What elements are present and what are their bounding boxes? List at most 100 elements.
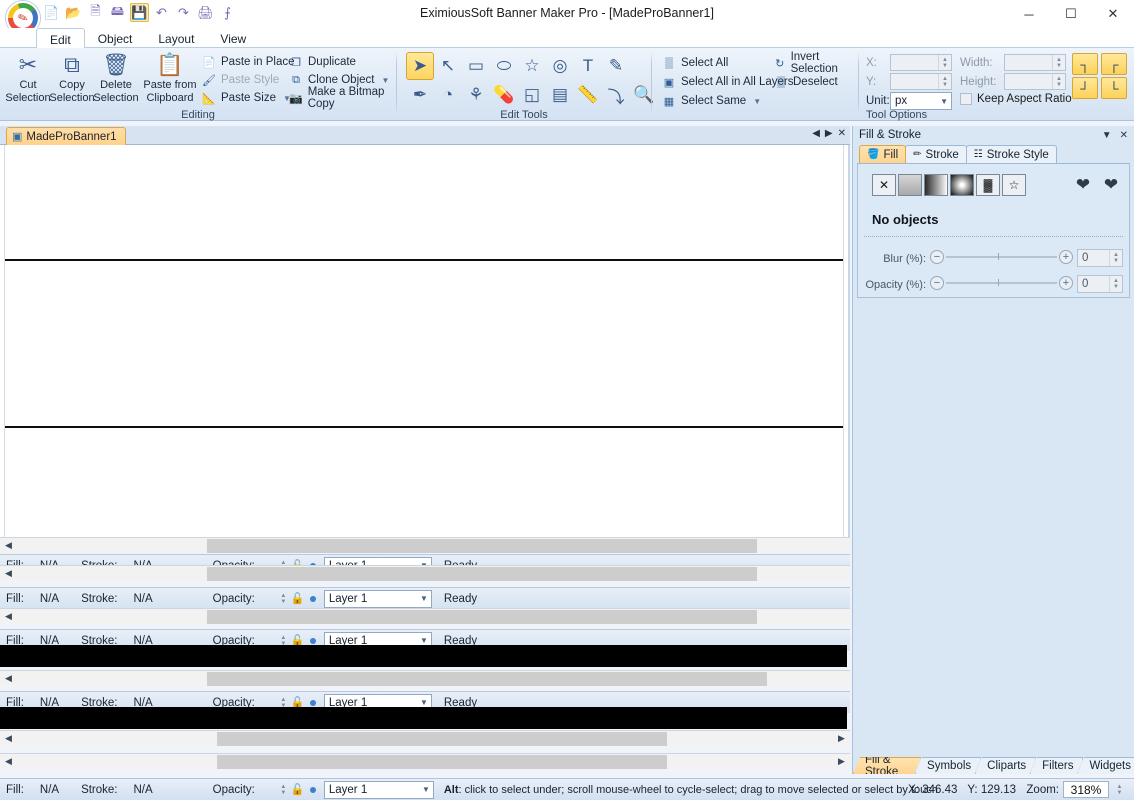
menu-tab-object[interactable]: Object	[85, 28, 146, 48]
star-tool[interactable]: ☆	[518, 52, 546, 80]
calligraphy-tool[interactable]: ✒	[406, 81, 434, 109]
panel-close-icon[interactable]: ✕	[1120, 130, 1128, 141]
slider-track[interactable]	[946, 282, 1057, 284]
no-fill-button[interactable]: ✕	[872, 174, 896, 196]
horizontal-scrollbar[interactable]: ◀	[0, 565, 850, 581]
node-edit-tool[interactable]: ↖	[434, 52, 462, 80]
horizontal-scrollbar[interactable]: ◀	[0, 670, 850, 686]
scrollbar-track[interactable]	[17, 671, 850, 687]
slider-value-input[interactable]: 0 ▲ ▼	[1077, 275, 1123, 293]
scroll-right-arrow-icon[interactable]: ▶	[833, 731, 850, 747]
radial-gradient-fill-button[interactable]	[950, 174, 974, 196]
solid-heart-icon[interactable]: ❤	[1099, 174, 1123, 196]
menu-tab-layout[interactable]: Layout	[145, 28, 207, 48]
visibility-dot-icon[interactable]	[309, 786, 316, 793]
width-spinner[interactable]: ▲ ▼	[1052, 55, 1065, 70]
text-tool[interactable]: T	[574, 52, 602, 80]
document-tab[interactable]: ▣ MadeProBanner1	[6, 127, 126, 145]
delete-button[interactable]: 🗑 Delete Selection	[92, 51, 140, 109]
scrollbar-thumb[interactable]	[207, 609, 757, 624]
pencil-tool[interactable]: ✎	[602, 52, 630, 80]
align-bottom-right-button[interactable]: └	[1101, 77, 1127, 99]
spiral-tool[interactable]: ◎	[546, 52, 574, 80]
align-top-left-button[interactable]: ┐	[1072, 53, 1098, 75]
row-opacity-spinner[interactable]: ▲▼	[277, 591, 290, 606]
chevron-down-icon[interactable]: ▼	[381, 76, 389, 85]
x-spinner[interactable]: ▲ ▼	[938, 55, 951, 70]
scrollbar-thumb[interactable]	[207, 566, 757, 581]
lock-icon[interactable]: 🔓	[290, 591, 305, 606]
panel-tab-stroke[interactable]: ✏ Stroke	[905, 145, 967, 163]
panel-collapse-icon[interactable]: ▼	[1102, 130, 1112, 141]
linear-gradient-fill-button[interactable]	[924, 174, 948, 196]
bottom-tab-widgets[interactable]: Widgets	[1077, 757, 1134, 774]
close-button[interactable]: ✕	[1092, 0, 1134, 28]
measure-tool[interactable]: 📏	[574, 81, 602, 109]
unit-select[interactable]: px ▼	[890, 92, 952, 110]
chevron-down-icon[interactable]: ▼	[753, 97, 761, 106]
invert-selection-button[interactable]: ↻ Invert Selection	[772, 51, 858, 75]
slider-decrease-button[interactable]: −	[930, 276, 944, 290]
slider-increase-button[interactable]: +	[1059, 250, 1073, 264]
nav-next-icon[interactable]: ▶	[825, 128, 833, 139]
scrollbar-track[interactable]	[17, 731, 833, 747]
width-input[interactable]: ▲ ▼	[1004, 54, 1066, 71]
canvas-surface[interactable]	[4, 145, 844, 537]
cut-button[interactable]: ✂ Cut Selection	[4, 51, 52, 109]
scroll-right-arrow-icon[interactable]: ▶	[833, 754, 850, 770]
scrollbar-thumb[interactable]	[207, 538, 757, 553]
zoom-control[interactable]: Zoom: 318% ▲ ▼	[1026, 781, 1126, 798]
scrollbar-track[interactable]	[17, 566, 850, 582]
bottom-tab-symbols[interactable]: Symbols	[915, 757, 981, 774]
slider-spinner[interactable]: ▲ ▼	[1109, 276, 1122, 292]
scroll-left-arrow-icon[interactable]: ◀	[0, 754, 17, 770]
row-layer-select[interactable]: Layer 1 ▼	[323, 589, 432, 608]
spray-tool[interactable]: ⚘	[462, 81, 490, 109]
bottom-tab-cliparts[interactable]: Cliparts	[975, 757, 1036, 774]
lock-icon[interactable]: 🔓	[290, 782, 305, 797]
horizontal-scrollbar[interactable]: ◀	[0, 608, 850, 624]
scroll-left-arrow-icon[interactable]: ◀	[0, 538, 17, 554]
paste-from-button[interactable]: 📋 Paste from Clipboard	[140, 51, 200, 109]
slider-track[interactable]	[946, 256, 1057, 258]
scrollbar-track[interactable]	[17, 538, 850, 554]
deselect-button[interactable]: ▒ Deselect	[772, 73, 840, 91]
scrollbar-track[interactable]	[17, 609, 850, 625]
paint-bucket-tool[interactable]: ◔	[434, 81, 462, 109]
horizontal-scrollbar[interactable]: ◀	[0, 537, 850, 553]
align-bottom-left-button[interactable]: ┘	[1072, 77, 1098, 99]
panel-tab-stroke-style[interactable]: ☷ Stroke Style	[965, 145, 1057, 163]
height-spinner[interactable]: ▲ ▼	[1052, 74, 1065, 89]
zoom-spinner[interactable]: ▲ ▼	[1113, 781, 1126, 798]
align-top-right-button[interactable]: ┌	[1101, 53, 1127, 75]
duplicate-button[interactable]: ❐ Duplicate	[287, 53, 358, 71]
maximize-button[interactable]: ☐	[1050, 0, 1092, 28]
scroll-left-arrow-icon[interactable]: ◀	[0, 731, 17, 747]
scroll-left-arrow-icon[interactable]: ◀	[0, 609, 17, 625]
scrollbar-thumb[interactable]	[217, 731, 667, 746]
rectangle-tool[interactable]: ▭	[462, 52, 490, 80]
document-close-icon[interactable]: ✕	[838, 128, 846, 139]
status-opacity-spinner[interactable]: ▲ ▼	[277, 782, 290, 797]
texture-fill-button[interactable]: ☆	[1002, 174, 1026, 196]
select-all-button[interactable]: ▒ Select All	[660, 54, 730, 72]
x-input[interactable]: ▲ ▼	[890, 54, 952, 71]
menu-tab-edit[interactable]: Edit	[36, 28, 85, 48]
paste-size-button[interactable]: 📐 Paste Size ▼	[200, 89, 293, 107]
eyedropper-tool[interactable]: 💊	[490, 81, 518, 109]
eraser-tool[interactable]: ◱	[518, 81, 546, 109]
status-layer-select[interactable]: Layer 1 ▼	[323, 780, 434, 799]
zoom-value[interactable]: 318%	[1063, 781, 1109, 798]
panel-tab-fill[interactable]: 🪣 Fill	[859, 145, 907, 163]
select-same-button[interactable]: ▦ Select Same ▼	[660, 92, 763, 110]
nav-prev-icon[interactable]: ◀	[812, 128, 820, 139]
slider-spinner[interactable]: ▲ ▼	[1109, 250, 1122, 266]
visibility-dot-icon[interactable]	[309, 637, 316, 644]
scroll-left-arrow-icon[interactable]: ◀	[0, 566, 17, 582]
bottom-tab-fill-stroke[interactable]: Fill & Stroke	[853, 757, 921, 774]
make-a-bitmap-copy-button[interactable]: 📷 Make a Bitmap Copy	[287, 86, 396, 110]
y-input[interactable]: ▲ ▼	[890, 73, 952, 90]
horizontal-scrollbar[interactable]: ◀ ▶	[0, 753, 850, 769]
swap-fill-stroke-icon[interactable]: ❤	[1071, 174, 1095, 196]
scrollbar-track[interactable]	[17, 754, 833, 770]
